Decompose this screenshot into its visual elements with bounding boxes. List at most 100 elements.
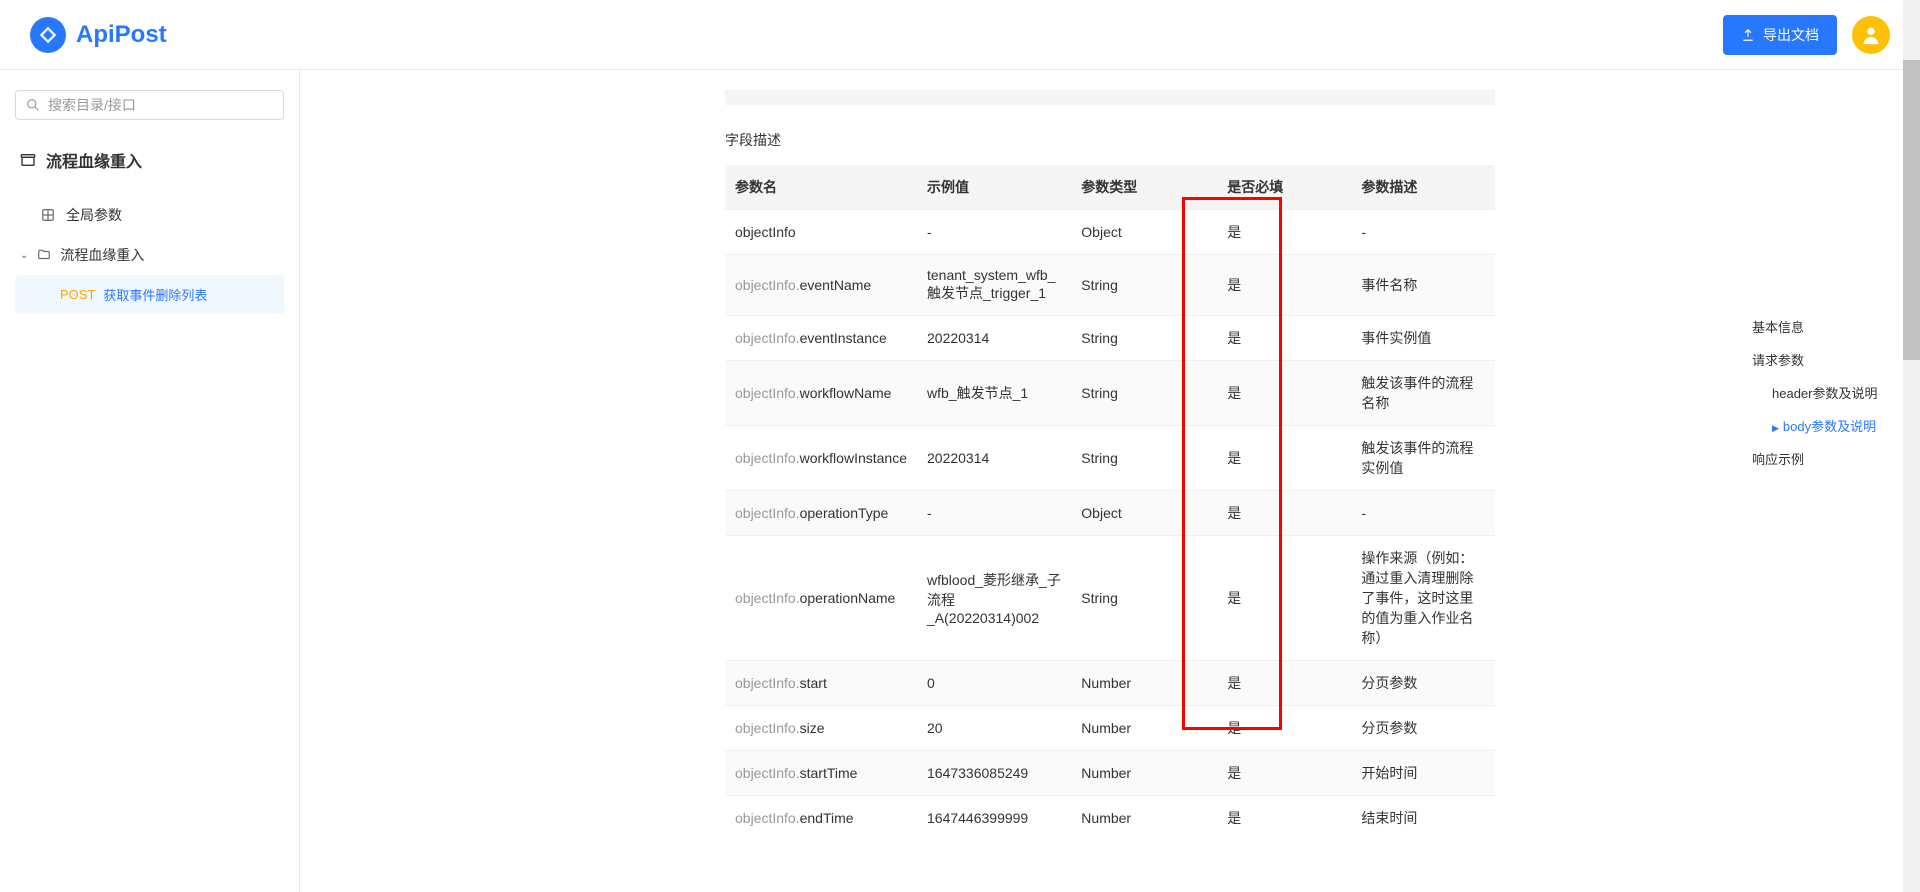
logo-text: ApiPost <box>76 21 167 49</box>
cell-example: 0 <box>917 661 1071 706</box>
search-box[interactable] <box>15 90 284 120</box>
cell-type: String <box>1071 316 1217 361</box>
cell-param-name: objectInfo.endTime <box>725 796 917 841</box>
sidebar-item-global-params[interactable]: 全局参数 <box>15 195 284 235</box>
cell-param-name: objectInfo <box>725 210 917 255</box>
table-header-row: 参数名 示例值 参数类型 是否必填 参数描述 <box>725 165 1495 210</box>
search-input[interactable] <box>48 97 273 113</box>
tree-root[interactable]: 流程血缘重入 <box>15 140 284 180</box>
cell-desc: 触发该事件的流程名称 <box>1351 361 1495 426</box>
cell-type: Number <box>1071 661 1217 706</box>
archive-icon <box>20 152 36 168</box>
tree-root-label: 流程血缘重入 <box>46 148 142 172</box>
cell-example: 20220314 <box>917 426 1071 491</box>
sidebar-folder-label: 流程血缘重入 <box>60 245 144 265</box>
cell-type: Object <box>1071 210 1217 255</box>
toc-item[interactable]: header参数及说明 <box>1752 376 1902 409</box>
folder-icon <box>36 247 52 263</box>
col-header-desc: 参数描述 <box>1351 165 1495 210</box>
cell-desc: - <box>1351 491 1495 536</box>
cell-desc: 分页参数 <box>1351 661 1495 706</box>
cell-desc: 开始时间 <box>1351 751 1495 796</box>
cell-required: 是 <box>1217 426 1351 491</box>
col-header-name: 参数名 <box>725 165 917 210</box>
toc-item[interactable]: 响应示例 <box>1752 442 1902 475</box>
table-row: objectInfo.size20Number是分页参数 <box>725 706 1495 751</box>
cell-param-name: objectInfo.workflowName <box>725 361 917 426</box>
upload-icon <box>1741 28 1755 42</box>
toc: 基本信息请求参数header参数及说明body参数及说明响应示例 <box>1742 290 1912 495</box>
table-row: objectInfo.eventInstance20220314String是事… <box>725 316 1495 361</box>
code-block-placeholder <box>725 90 1495 105</box>
toc-item[interactable]: body参数及说明 <box>1752 409 1902 442</box>
sidebar: 流程血缘重入 全局参数 ⌄ 流程血缘重入 POST 获取事件删除列表 <box>0 70 300 892</box>
main-content: 字段描述 参数名 示例值 参数类型 是否必填 参数描述 objectInfo-O… <box>300 70 1920 892</box>
cell-example: - <box>917 210 1071 255</box>
params-icon <box>40 207 56 223</box>
cell-desc: 结束时间 <box>1351 796 1495 841</box>
avatar[interactable] <box>1852 16 1890 54</box>
cell-desc: - <box>1351 210 1495 255</box>
cell-param-name: objectInfo.operationType <box>725 491 917 536</box>
export-button[interactable]: 导出文档 <box>1723 15 1837 55</box>
cell-required: 是 <box>1217 751 1351 796</box>
toc-item[interactable]: 基本信息 <box>1752 310 1902 343</box>
table-row: objectInfo.endTime1647446399999Number是结束… <box>725 796 1495 841</box>
cell-type: String <box>1071 361 1217 426</box>
cell-type: String <box>1071 255 1217 316</box>
table-row: objectInfo.operationType-Object是- <box>725 491 1495 536</box>
cell-desc: 触发该事件的流程实例值 <box>1351 426 1495 491</box>
cell-desc: 分页参数 <box>1351 706 1495 751</box>
export-label: 导出文档 <box>1763 25 1819 45</box>
http-method: POST <box>60 287 95 302</box>
cell-required: 是 <box>1217 210 1351 255</box>
cell-example: tenant_system_wfb_触发节点_trigger_1 <box>917 255 1071 316</box>
cell-param-name: objectInfo.operationName <box>725 536 917 661</box>
cell-example: 1647336085249 <box>917 751 1071 796</box>
cell-example: wfblood_菱形继承_子流程_A(20220314)002 <box>917 536 1071 661</box>
header: ApiPost 导出文档 <box>0 0 1920 70</box>
cell-type: String <box>1071 426 1217 491</box>
search-icon <box>26 98 40 112</box>
logo-icon <box>30 17 66 53</box>
cell-required: 是 <box>1217 491 1351 536</box>
cell-example: wfb_触发节点_1 <box>917 361 1071 426</box>
api-name: 获取事件删除列表 <box>103 285 207 304</box>
cell-example: - <box>917 491 1071 536</box>
col-header-type: 参数类型 <box>1071 165 1217 210</box>
section-title: 字段描述 <box>725 130 1495 150</box>
cell-required: 是 <box>1217 536 1351 661</box>
sidebar-api-item[interactable]: POST 获取事件删除列表 <box>15 275 284 314</box>
col-header-required: 是否必填 <box>1217 165 1351 210</box>
outer-scrollbar-thumb[interactable] <box>1903 60 1920 360</box>
cell-example: 20 <box>917 706 1071 751</box>
cell-param-name: objectInfo.startTime <box>725 751 917 796</box>
cell-param-name: objectInfo.workflowInstance <box>725 426 917 491</box>
cell-type: Number <box>1071 751 1217 796</box>
cell-example: 20220314 <box>917 316 1071 361</box>
logo[interactable]: ApiPost <box>30 17 167 53</box>
cell-required: 是 <box>1217 361 1351 426</box>
user-icon <box>1860 24 1882 46</box>
header-right: 导出文档 <box>1723 15 1890 55</box>
cell-required: 是 <box>1217 255 1351 316</box>
table-row: objectInfo-Object是- <box>725 210 1495 255</box>
table-row: objectInfo.startTime1647336085249Number是… <box>725 751 1495 796</box>
param-table: 参数名 示例值 参数类型 是否必填 参数描述 objectInfo-Object… <box>725 165 1495 840</box>
table-row: objectInfo.start0Number是分页参数 <box>725 661 1495 706</box>
col-header-example: 示例值 <box>917 165 1071 210</box>
cell-type: Object <box>1071 491 1217 536</box>
table-row: objectInfo.workflowInstance20220314Strin… <box>725 426 1495 491</box>
sidebar-folder[interactable]: ⌄ 流程血缘重入 <box>15 235 284 275</box>
toc-item[interactable]: 请求参数 <box>1752 343 1902 376</box>
table-row: objectInfo.workflowNamewfb_触发节点_1String是… <box>725 361 1495 426</box>
sidebar-item-label: 全局参数 <box>66 205 122 225</box>
cell-desc: 事件名称 <box>1351 255 1495 316</box>
cell-example: 1647446399999 <box>917 796 1071 841</box>
container: 流程血缘重入 全局参数 ⌄ 流程血缘重入 POST 获取事件删除列表 <box>0 70 1920 892</box>
cell-required: 是 <box>1217 316 1351 361</box>
cell-desc: 事件实例值 <box>1351 316 1495 361</box>
table-row: objectInfo.operationNamewfblood_菱形继承_子流程… <box>725 536 1495 661</box>
outer-scrollbar[interactable] <box>1903 0 1920 892</box>
chevron-down-icon: ⌄ <box>20 250 28 261</box>
